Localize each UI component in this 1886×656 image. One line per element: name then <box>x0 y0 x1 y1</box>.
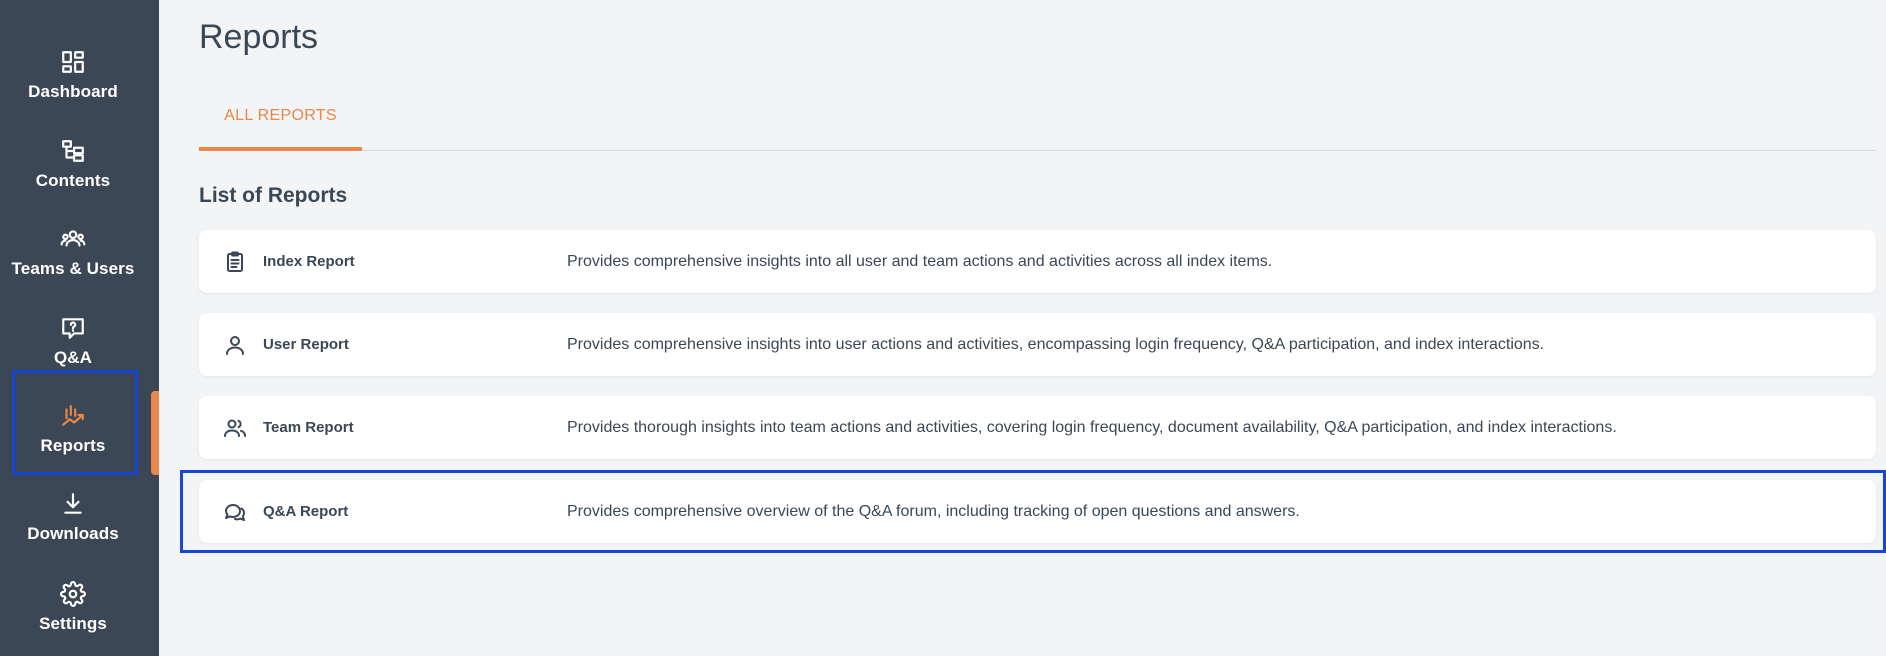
report-name: User Report <box>263 336 349 353</box>
teams-users-icon <box>59 225 87 253</box>
user-icon <box>222 332 248 358</box>
report-row-user[interactable]: User Report Provides comprehensive insig… <box>199 313 1876 376</box>
sidebar-item-downloads[interactable]: Downloads <box>0 474 146 560</box>
report-name: Team Report <box>263 419 354 436</box>
sidebar-item-contents[interactable]: Contents <box>0 121 146 207</box>
report-name: Index Report <box>263 253 355 270</box>
clipboard-icon <box>222 249 248 275</box>
active-nav-indicator <box>151 391 159 475</box>
app: Dashboard Contents Teams & Users Q&A Rep… <box>0 0 1886 656</box>
download-icon <box>59 490 87 518</box>
dashboard-icon <box>59 48 87 76</box>
report-description: Provides comprehensive insights into all… <box>567 252 1273 270</box>
sidebar-item-label: Dashboard <box>28 82 118 101</box>
page-title: Reports <box>199 18 319 56</box>
contents-icon <box>59 137 87 165</box>
highlight-box-reports <box>12 370 138 475</box>
tab-bar: ALL REPORTS <box>199 98 1876 151</box>
gear-icon <box>59 580 87 608</box>
report-description: Provides thorough insights into team act… <box>567 418 1617 436</box>
team-icon <box>222 415 248 441</box>
sidebar-item-teams-users[interactable]: Teams & Users <box>0 209 146 295</box>
report-row-index[interactable]: Index Report Provides comprehensive insi… <box>199 230 1876 293</box>
sidebar-item-label: Downloads <box>27 524 119 543</box>
report-description: Provides comprehensive insights into use… <box>567 335 1545 353</box>
sidebar-item-dashboard[interactable]: Dashboard <box>0 32 146 118</box>
qa-icon <box>59 314 87 342</box>
sidebar-item-label: Settings <box>39 614 107 633</box>
highlight-box-qa-report <box>180 470 1886 553</box>
report-row-team[interactable]: Team Report Provides thorough insights i… <box>199 396 1876 459</box>
sidebar-item-label: Contents <box>35 171 111 190</box>
sidebar-item-label: Q&A <box>53 348 93 367</box>
section-title: List of Reports <box>199 184 348 207</box>
tab-all-reports[interactable]: ALL REPORTS <box>199 98 362 151</box>
sidebar: Dashboard Contents Teams & Users Q&A Rep… <box>0 0 159 656</box>
sidebar-item-label: Teams & Users <box>11 259 135 278</box>
sidebar-item-settings[interactable]: Settings <box>0 564 146 650</box>
